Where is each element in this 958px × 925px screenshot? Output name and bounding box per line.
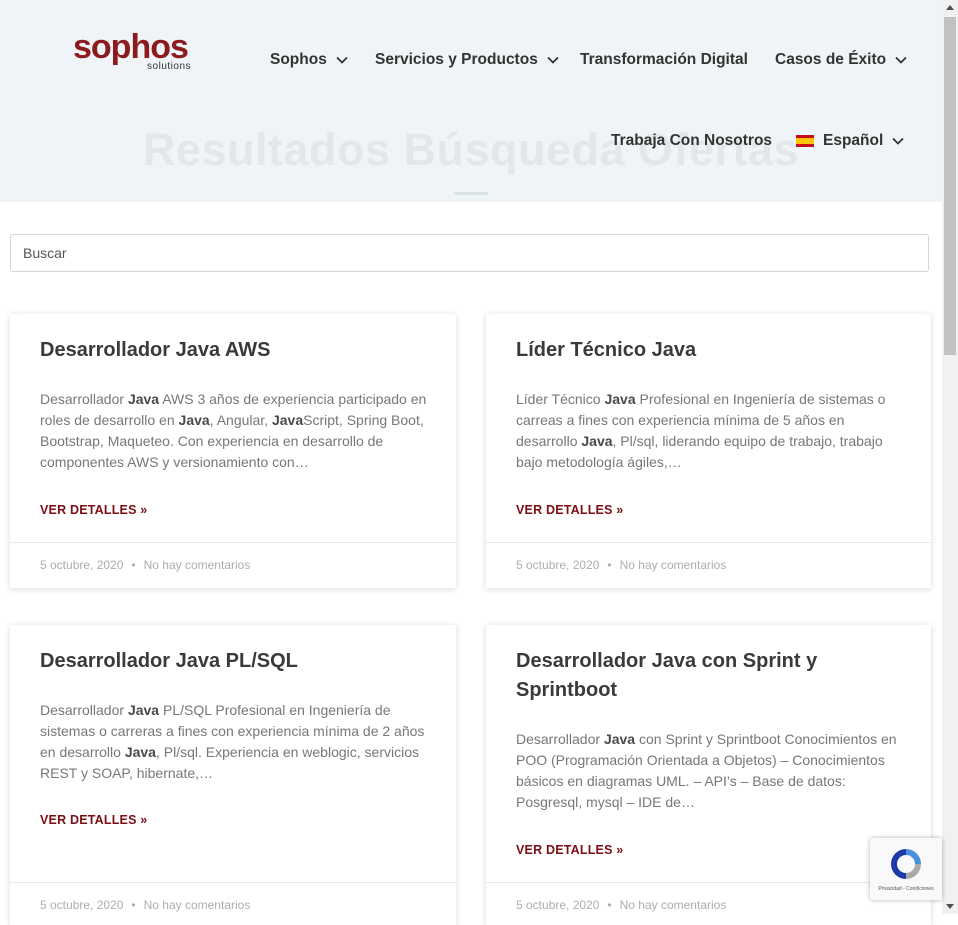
post-meta: 5 octubre, 2020 • No hay comentarios <box>486 882 931 925</box>
highlighted-term: Java <box>127 702 160 718</box>
meta-separator: • <box>607 558 612 572</box>
chevron-down-icon <box>547 56 559 64</box>
nav-item-trabaja[interactable]: Trabaja Con Nosotros <box>611 132 772 150</box>
highlighted-term: Java <box>124 744 156 760</box>
post-title[interactable]: Líder Técnico Java <box>516 336 876 365</box>
nav-item-label: Sophos <box>270 51 327 68</box>
recaptcha-icon <box>891 849 921 879</box>
nav-item-label: Casos de Éxito <box>775 51 887 68</box>
nav-item-label: Trabaja Con Nosotros <box>611 132 773 149</box>
post-comments[interactable]: No hay comentarios <box>144 558 251 572</box>
post-meta: 5 octubre, 2020 • No hay comentarios <box>10 542 456 588</box>
post-excerpt: Desarrollador Java PL/SQL Profesional en… <box>40 700 432 784</box>
post-meta: 5 octubre, 2020 • No hay comentarios <box>486 542 931 588</box>
post-comments[interactable]: No hay comentarios <box>144 898 251 912</box>
highlighted-term: Java <box>604 391 636 407</box>
post-card: Desarrollador Java AWS Desarrollador Jav… <box>10 314 456 588</box>
search-box <box>10 234 929 272</box>
post-comments[interactable]: No hay comentarios <box>620 898 727 912</box>
post-excerpt: Desarrollador Java con Sprint y Sprintbo… <box>516 729 908 813</box>
scroll-down-arrow-icon[interactable] <box>946 904 954 909</box>
meta-separator: • <box>607 898 612 912</box>
post-date: 5 octubre, 2020 <box>40 558 124 572</box>
chevron-down-icon <box>892 137 904 145</box>
chevron-down-icon <box>895 56 907 64</box>
title-divider <box>454 192 488 195</box>
post-date: 5 octubre, 2020 <box>516 898 600 912</box>
site-logo[interactable]: sophos solutions <box>73 30 193 75</box>
post-title[interactable]: Desarrollador Java PL/SQL <box>40 647 400 676</box>
nav-item-transformacion[interactable]: Transformación Digital <box>580 51 748 69</box>
post-card: Líder Técnico Java Líder Técnico Java Pr… <box>486 314 931 588</box>
meta-separator: • <box>131 558 136 572</box>
scroll-up-arrow-icon[interactable] <box>946 5 954 10</box>
highlighted-term: Java <box>271 412 304 428</box>
excerpt-text: Desarrollador <box>40 391 128 407</box>
meta-separator: • <box>131 898 136 912</box>
nav-item-label: Servicios y Productos <box>375 51 538 68</box>
post-card: Desarrollador Java con Sprint y Sprintbo… <box>486 625 931 925</box>
post-excerpt: Desarrollador Java AWS 3 años de experie… <box>40 389 432 473</box>
page-scrollbar[interactable] <box>942 0 958 914</box>
recaptcha-badge[interactable]: Privacidad - Condiciones <box>870 838 942 900</box>
highlighted-term: Java <box>581 433 613 449</box>
spain-flag-icon <box>796 135 814 147</box>
read-more-link[interactable]: VER DETALLES » <box>40 503 147 517</box>
scrollbar-thumb[interactable] <box>944 17 956 355</box>
highlighted-term: Java <box>178 412 210 428</box>
post-card: Desarrollador Java PL/SQL Desarrollador … <box>10 625 456 925</box>
read-more-link[interactable]: VER DETALLES » <box>516 843 623 857</box>
read-more-link[interactable]: VER DETALLES » <box>40 813 147 827</box>
recaptcha-terms: Privacidad - Condiciones <box>878 886 934 892</box>
post-date: 5 octubre, 2020 <box>516 558 600 572</box>
excerpt-text: Desarrollador <box>40 702 128 718</box>
read-more-link[interactable]: VER DETALLES » <box>516 503 623 517</box>
excerpt-text: Líder Técnico <box>516 391 605 407</box>
logo-wordmark: sophos <box>73 28 189 66</box>
chevron-down-icon <box>336 56 348 64</box>
highlighted-term: Java <box>127 391 160 407</box>
post-excerpt: Líder Técnico Java Profesional en Ingeni… <box>516 389 896 473</box>
post-comments[interactable]: No hay comentarios <box>620 558 727 572</box>
language-switcher[interactable]: Español <box>796 132 904 150</box>
logo-tagline: solutions <box>147 61 191 72</box>
excerpt-text: , Angular, <box>209 412 272 428</box>
nav-item-servicios[interactable]: Servicios y Productos <box>375 51 559 69</box>
search-input[interactable] <box>11 235 928 271</box>
language-label: Español <box>823 132 884 149</box>
post-meta: 5 octubre, 2020 • No hay comentarios <box>10 882 456 925</box>
post-title[interactable]: Desarrollador Java con Sprint y Sprintbo… <box>516 647 856 705</box>
nav-item-sophos[interactable]: Sophos <box>270 51 348 69</box>
excerpt-text: Desarrollador <box>516 731 604 747</box>
nav-item-casos[interactable]: Casos de Éxito <box>775 51 907 69</box>
post-title[interactable]: Desarrollador Java AWS <box>40 336 400 365</box>
post-date: 5 octubre, 2020 <box>40 898 124 912</box>
highlighted-term: Java <box>603 731 636 747</box>
nav-item-label: Transformación Digital <box>580 51 748 68</box>
